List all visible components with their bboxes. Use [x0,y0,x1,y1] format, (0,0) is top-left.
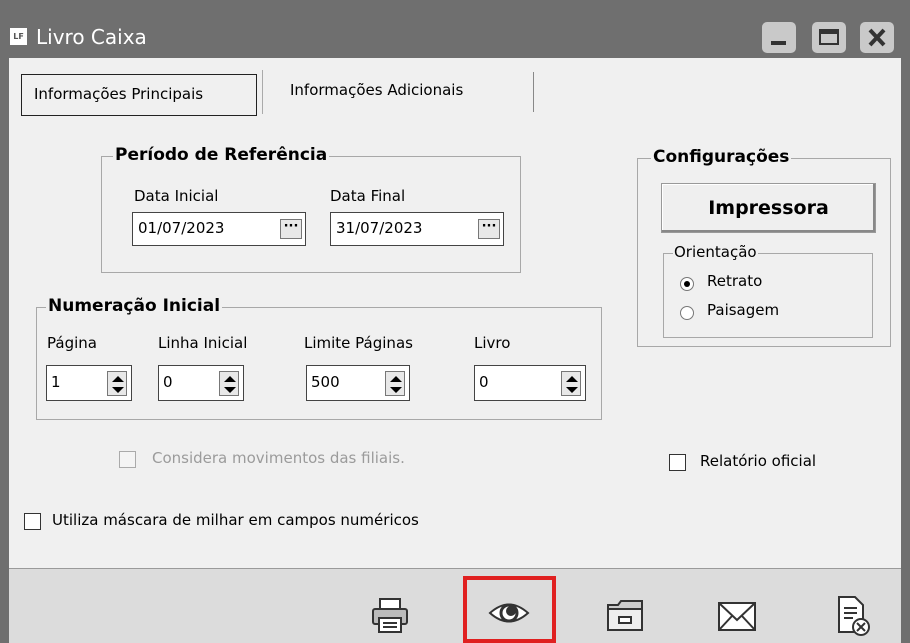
pagina-label: Página [47,334,97,352]
tab-informacoes-principais[interactable]: Informações Principais [21,74,257,116]
linha-inicial-value: 0 [163,373,173,391]
considera-filiais-label: Considera movimentos das filiais. [152,449,405,467]
close-icon [868,28,886,47]
tab-label: Informações Principais [34,85,204,103]
configuracoes-legend: Configurações [651,147,792,167]
close-button[interactable] [860,22,894,53]
linha-inicial-label: Linha Inicial [158,334,248,352]
pagina-stepper[interactable]: 1 [46,365,132,401]
mascara-milhar-checkbox[interactable] [24,513,41,530]
relatorio-oficial-checkbox[interactable] [669,454,686,471]
livro-spin-button[interactable] [561,371,581,396]
window-frame-left [0,58,9,643]
data-inicial-value: 01/07/2023 [138,219,225,237]
window-title: Livro Caixa [36,25,147,49]
paisagem-label: Paisagem [707,301,780,319]
title-bar: LF Livro Caixa [0,0,910,58]
highlight-box [463,576,556,643]
data-final-field[interactable]: 31/07/2023 ··· [330,212,504,246]
archive-button[interactable] [604,596,646,640]
minimize-icon [771,41,786,45]
tab-divider [262,70,263,114]
footer-toolbar [9,569,901,643]
orientacao-legend: Orientação [673,243,758,261]
tab-label: Informações Adicionais [290,81,464,99]
limite-paginas-value: 500 [311,373,340,391]
livro-stepper[interactable]: 0 [474,365,586,401]
data-final-picker-button[interactable]: ··· [478,219,500,239]
linha-inicial-stepper[interactable]: 0 [158,365,244,401]
maximize-icon [819,29,839,45]
livro-caixa-window: LF Livro Caixa Informações Principais In… [0,0,910,643]
linha-inicial-spin-button[interactable] [219,371,239,396]
retrato-radio[interactable] [680,277,694,291]
paisagem-radio[interactable] [680,306,694,320]
retrato-label: Retrato [707,272,763,290]
close-document-button[interactable] [835,594,871,642]
limite-paginas-label: Limite Páginas [304,334,413,352]
tab-informacoes-adicionais[interactable]: Informações Adicionais [276,72,534,112]
limite-paginas-spin-button[interactable] [385,371,405,396]
livro-value: 0 [479,373,489,391]
folder-icon [607,600,643,631]
relatorio-oficial-label: Relatório oficial [700,452,817,470]
data-inicial-field[interactable]: 01/07/2023 ··· [132,212,306,246]
spin-arrows-icon [224,376,236,393]
considera-filiais-checkbox[interactable] [119,451,136,468]
data-inicial-label: Data Inicial [134,187,219,205]
pagina-spin-button[interactable] [107,371,127,396]
data-inicial-picker-button[interactable]: ··· [280,219,302,239]
data-final-value: 31/07/2023 [336,219,423,237]
livro-label: Livro [474,334,511,352]
data-final-label: Data Final [330,187,406,205]
window-frame-right [901,58,910,643]
print-button[interactable] [370,596,410,640]
printer-icon [372,598,408,633]
impressora-button[interactable]: Impressora [661,183,876,233]
maximize-button[interactable] [812,22,846,53]
numeracao-group [36,307,602,420]
spin-arrows-icon [112,376,124,393]
periodo-legend: Período de Referência [113,145,330,165]
minimize-button[interactable] [762,22,796,53]
spin-arrows-icon [566,376,578,393]
mascara-milhar-label: Utiliza máscara de milhar em campos numé… [52,511,419,529]
orientacao-group [663,253,873,338]
pagina-value: 1 [51,373,61,391]
spin-arrows-icon [390,376,402,393]
numeracao-legend: Numeração Inicial [46,296,223,316]
email-button[interactable] [716,600,758,638]
close-document-icon [838,596,870,636]
mail-icon [718,602,756,631]
limite-paginas-stepper[interactable]: 500 [306,365,410,401]
app-icon: LF [10,28,27,45]
